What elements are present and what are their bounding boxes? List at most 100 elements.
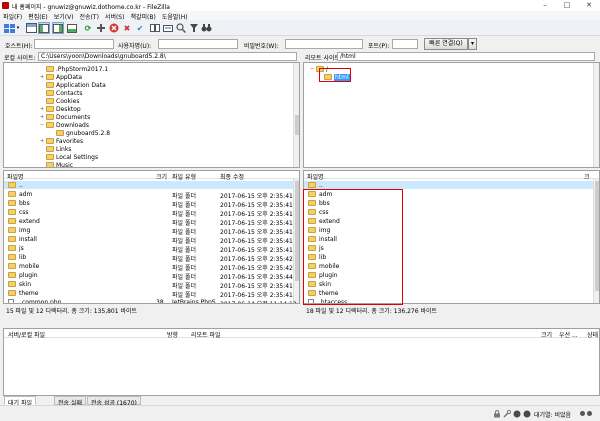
remote-path-input[interactable]: /html <box>337 52 595 61</box>
local-list-scroll-thumb[interactable] <box>295 181 299 281</box>
maximize-button[interactable]: □ <box>556 0 578 11</box>
local-file-row[interactable]: .. <box>4 181 293 189</box>
remote-file-name: css <box>319 209 329 216</box>
local-file-row[interactable]: mobile 파일 폴더 2017-06-15 오후 2:35:42 <box>4 262 293 272</box>
local-tree-node[interactable]: Music <box>40 161 73 167</box>
toggle-transfer-queue-icon[interactable] <box>66 22 78 34</box>
process-queue-icon[interactable] <box>95 22 107 34</box>
queue-col-status[interactable]: 상태 <box>587 330 598 339</box>
local-tree-scroll-thumb[interactable] <box>295 115 299 135</box>
remote-tree-scrollbar[interactable] <box>593 63 599 167</box>
site-manager-icon[interactable] <box>3 22 15 34</box>
local-tree-node[interactable]: + AppData <box>40 73 82 81</box>
reconnect-icon[interactable]: ✔ <box>134 22 146 34</box>
username-input[interactable] <box>158 39 238 49</box>
quickconnect-button[interactable]: 빠른 연결(Q) <box>424 38 468 50</box>
cancel-operation-icon[interactable] <box>108 22 120 34</box>
local-col-type[interactable]: 파일 유형 <box>172 172 196 181</box>
remote-file-name: .htaccess <box>319 299 348 304</box>
local-col-name[interactable]: 파일명 <box>7 172 24 181</box>
remote-file-row[interactable]: adm <box>304 190 593 198</box>
binoculars-icon[interactable] <box>200 22 212 34</box>
tab-successful-transfers[interactable]: 전송 성공 (1670) <box>87 396 141 407</box>
remote-file-row[interactable]: js <box>304 244 593 252</box>
queue-col-direction[interactable]: 방향 <box>167 330 178 339</box>
remote-file-row[interactable]: .. <box>304 181 593 189</box>
folder-icon <box>308 254 316 260</box>
local-tree-node[interactable]: − Downloads <box>40 121 89 129</box>
remote-list-scroll-thumb[interactable] <box>595 181 599 291</box>
folder-icon <box>46 98 54 104</box>
local-file-row[interactable]: theme 파일 폴더 2017-06-15 오후 2:35:41 <box>4 289 293 299</box>
local-tree-scrollbar[interactable] <box>293 63 299 167</box>
local-tree-node[interactable]: gnuboard5.2.8 <box>50 129 110 137</box>
queue-col-remote-file[interactable]: 리모트 파일 <box>191 330 221 339</box>
local-tree-node[interactable]: Links <box>40 145 71 153</box>
quickconnect-dropdown-button[interactable]: ▾ <box>468 38 477 50</box>
close-button[interactable]: ✕ <box>578 0 600 11</box>
queue-col-server-file[interactable]: 서버/로컬 파일 <box>8 330 45 339</box>
local-tree-node[interactable]: + Documents <box>40 113 90 121</box>
remote-file-row[interactable]: bbs <box>304 199 593 207</box>
toggle-remote-tree-icon[interactable] <box>52 22 64 34</box>
remote-file-row[interactable]: mobile <box>304 262 593 270</box>
local-file-row[interactable]: install 파일 폴더 2017-06-15 오후 2:35:41 <box>4 235 293 245</box>
password-input[interactable] <box>285 39 363 49</box>
search-icon[interactable] <box>175 22 187 34</box>
local-col-modified[interactable]: 최종 수정 <box>220 172 244 181</box>
filter-icon[interactable] <box>188 22 200 34</box>
remote-col-name[interactable]: 파일명 <box>307 172 324 181</box>
local-tree-node[interactable]: Contacts <box>40 89 82 97</box>
folder-icon <box>8 245 16 251</box>
local-file-row[interactable]: adm 파일 폴더 2017-06-15 오후 2:35:41 <box>4 190 293 200</box>
queue-col-size[interactable]: 크기 <box>541 330 552 339</box>
minimize-button[interactable]: – <box>534 0 556 11</box>
folder-icon <box>308 281 316 287</box>
tab-queued-files[interactable]: 대기 파일 <box>4 396 36 407</box>
remote-list-scrollbar[interactable] <box>593 179 599 303</box>
port-input[interactable] <box>392 39 418 49</box>
remote-file-row[interactable]: lib <box>304 253 593 261</box>
local-file-row[interactable]: extend 파일 폴더 2017-06-15 오후 2:35:41 <box>4 217 293 227</box>
queue-col-priority[interactable]: 우선 ... <box>559 330 578 339</box>
remote-file-row[interactable]: .htaccess <box>304 298 593 304</box>
remote-file-row[interactable]: css <box>304 208 593 216</box>
local-tree-node[interactable]: .PhpStorm2017.1 <box>40 65 108 73</box>
remote-file-row[interactable]: theme <box>304 289 593 297</box>
remote-file-row[interactable]: plugin <box>304 271 593 279</box>
sync-browsing-icon[interactable] <box>162 22 174 34</box>
local-file-row[interactable]: plugin 파일 폴더 2017-06-15 오후 2:35:44 <box>4 271 293 281</box>
directory-comparison-icon[interactable] <box>149 22 161 34</box>
tab-failed-transfers[interactable]: 전송 실패 <box>54 396 86 407</box>
remote-col-size[interactable]: 크 <box>584 172 590 181</box>
disconnect-icon[interactable]: ✖ <box>121 22 133 34</box>
local-tree-node[interactable]: + Favorites <box>40 137 83 145</box>
local-tree-node[interactable]: + Desktop <box>40 105 81 113</box>
remote-tree-node[interactable]: − / <box>310 65 328 73</box>
remote-tree-node-selected[interactable]: html <box>318 73 350 81</box>
local-list-scrollbar[interactable] <box>293 179 299 303</box>
remote-file-row[interactable]: install <box>304 235 593 243</box>
local-tree-node[interactable]: Cookies <box>40 97 80 105</box>
remote-file-row[interactable]: img <box>304 226 593 234</box>
local-file-row[interactable]: img 파일 폴더 2017-06-15 오후 2:35:41 <box>4 226 293 236</box>
refresh-icon[interactable]: ⟳ <box>82 22 94 34</box>
local-file-name: lib <box>19 254 27 261</box>
local-tree-node[interactable]: Local Settings <box>40 153 98 161</box>
local-tree-node[interactable]: Application Data <box>40 81 106 89</box>
local-col-size[interactable]: 크기 <box>156 172 167 181</box>
toggle-local-tree-icon[interactable] <box>38 22 50 34</box>
host-input[interactable] <box>34 39 114 49</box>
local-file-row[interactable]: js 파일 폴더 2017-06-15 오후 2:35:41 <box>4 244 293 254</box>
local-file-row[interactable]: _common.php 38 JetBrains PhpS...2017-06-14… <box>4 298 297 303</box>
dropdown-arrow-icon[interactable]: ▾ <box>15 22 21 34</box>
remote-file-row[interactable]: skin <box>304 280 593 288</box>
local-file-row[interactable]: bbs 파일 폴더 2017-06-15 오후 2:35:41 <box>4 199 293 209</box>
local-file-row[interactable]: css 파일 폴더 2017-06-15 오후 2:35:41 <box>4 208 293 218</box>
local-file-row[interactable]: lib 파일 폴더 2017-06-15 오후 2:35:42 <box>4 253 293 263</box>
toggle-message-log-icon[interactable] <box>25 22 37 34</box>
local-file-row[interactable]: skin 파일 폴더 2017-06-15 오후 2:35:41 <box>4 280 293 290</box>
queue-status-icon-2 <box>523 410 531 418</box>
remote-file-row[interactable]: extend <box>304 217 593 225</box>
local-path-input[interactable]: C:\Users\yoon\Downloads\gnuboard5.2.8\ <box>38 52 297 61</box>
